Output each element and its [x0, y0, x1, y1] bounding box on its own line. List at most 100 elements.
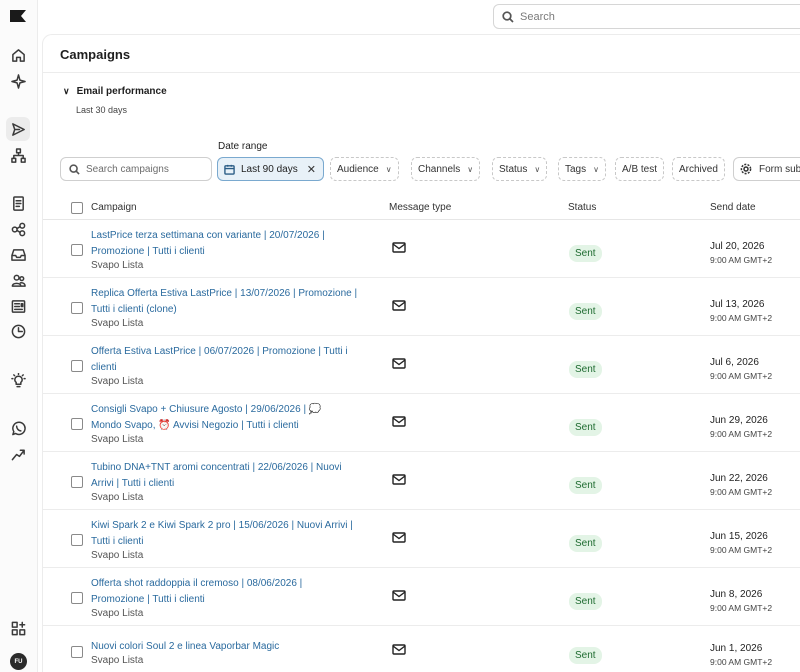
- chevron-down-icon: ∨: [467, 164, 474, 174]
- send-date: Jun 8, 2026: [710, 589, 763, 600]
- campaign-name-line-1: Kiwi Spark 2 e Kiwi Spark 2 pro | 15/06/…: [91, 520, 353, 531]
- apps-grid-icon[interactable]: [9, 619, 27, 637]
- tags-filter[interactable]: Tags ∨: [558, 157, 606, 181]
- row-checkbox[interactable]: [71, 646, 83, 658]
- row-checkbox[interactable]: [71, 418, 83, 430]
- email-envelope-icon: [392, 590, 406, 601]
- campaign-name-line-2: Tutti i clienti (clone): [91, 303, 177, 315]
- email-performance-toggle[interactable]: ∨ Email performance: [63, 86, 167, 97]
- form-submit-filter-label: Form sub: [759, 163, 800, 175]
- segments-icon[interactable]: [9, 220, 27, 238]
- brand-logo[interactable]: [10, 10, 26, 22]
- audience-filter[interactable]: Audience ∨: [330, 157, 399, 181]
- content-icon[interactable]: [9, 297, 27, 315]
- archived-filter-label: Archived: [679, 163, 718, 175]
- campaign-name-line-2: Promozione | Tutti i clienti: [91, 245, 205, 257]
- row-checkbox[interactable]: [71, 592, 83, 604]
- campaign-name-line-1: Nuovi colori Soul 2 e linea Vaporbar Mag…: [91, 641, 280, 652]
- clear-date-close-icon[interactable]: ✕: [307, 163, 316, 176]
- table-row[interactable]: Offerta shot raddoppia il cremoso | 08/0…: [43, 568, 800, 626]
- campaign-name-line-1: Consigli Svapo + Chiusure Agosto | 29/06…: [91, 404, 322, 415]
- campaign-list-name: Svapo Lista: [91, 492, 144, 503]
- lightbulb-icon[interactable]: [9, 371, 27, 389]
- flows-icon[interactable]: [9, 146, 27, 164]
- email-performance-period: Last 30 days: [76, 105, 128, 115]
- status-badge: Sent: [569, 535, 602, 552]
- channels-filter[interactable]: Channels ∨: [411, 157, 481, 181]
- table-row[interactable]: Consigli Svapo + Chiusure Agosto | 29/06…: [43, 394, 800, 452]
- send-time: 9:00 AM GMT+2: [710, 429, 773, 439]
- user-avatar[interactable]: FU: [10, 653, 27, 670]
- inbox-icon[interactable]: [9, 245, 27, 263]
- campaign-name-line-2: Promozione | Tutti i clienti: [91, 593, 205, 605]
- home-icon[interactable]: [9, 46, 27, 64]
- calendar-icon: [224, 164, 235, 175]
- email-envelope-icon: [392, 358, 406, 369]
- chevron-down-icon: ∨: [63, 86, 70, 96]
- campaigns-send-icon[interactable]: [6, 117, 30, 141]
- global-search-input[interactable]: Search: [493, 4, 800, 29]
- chevron-down-icon: ∨: [385, 164, 392, 174]
- campaign-name-line-2: Arrivi | Tutti i clienti: [91, 477, 175, 489]
- form-submit-filter[interactable]: Form sub: [733, 157, 800, 181]
- email-envelope-icon: [392, 300, 406, 311]
- gear-icon: [740, 163, 752, 175]
- campaign-name-link[interactable]: Offerta Estiva LastPrice | 06/07/2026 | …: [91, 344, 371, 375]
- campaign-name-link[interactable]: Kiwi Spark 2 e Kiwi Spark 2 pro | 15/06/…: [91, 518, 371, 549]
- status-badge: Sent: [569, 419, 602, 436]
- campaign-list-name: Svapo Lista: [91, 376, 144, 387]
- row-checkbox[interactable]: [71, 476, 83, 488]
- table-row[interactable]: LastPrice terza settimana con variante |…: [43, 220, 800, 278]
- whatsapp-icon[interactable]: [9, 419, 27, 437]
- send-time: 9:00 AM GMT+2: [710, 313, 773, 323]
- archived-filter[interactable]: Archived: [672, 157, 725, 181]
- campaign-name-link[interactable]: Offerta shot raddoppia il cremoso | 08/0…: [91, 576, 371, 607]
- audience-filter-label: Audience: [337, 163, 379, 175]
- select-all-checkbox[interactable]: [71, 202, 83, 214]
- row-checkbox[interactable]: [71, 244, 83, 256]
- header-message-type: Message type: [389, 202, 452, 213]
- header-status: Status: [568, 202, 597, 213]
- table-row[interactable]: Kiwi Spark 2 e Kiwi Spark 2 pro | 15/06/…: [43, 510, 800, 568]
- status-badge: Sent: [569, 477, 602, 494]
- ab-test-filter-label: A/B test: [622, 163, 658, 175]
- email-envelope-icon: [392, 532, 406, 543]
- email-performance-label: Email performance: [76, 86, 167, 97]
- title-divider: [43, 72, 800, 73]
- send-time: 9:00 AM GMT+2: [710, 545, 773, 555]
- campaign-list-name: Svapo Lista: [91, 550, 144, 561]
- table-row[interactable]: Replica Offerta Estiva LastPrice | 13/07…: [43, 278, 800, 336]
- campaign-name-line-1: LastPrice terza settimana con variante |…: [91, 230, 325, 241]
- campaign-name-link[interactable]: Replica Offerta Estiva LastPrice | 13/07…: [91, 286, 371, 317]
- analytics-clock-icon[interactable]: [9, 322, 27, 340]
- send-time: 9:00 AM GMT+2: [710, 657, 773, 667]
- audience-icon[interactable]: [9, 271, 27, 289]
- status-badge: Sent: [569, 647, 602, 664]
- campaign-name-link[interactable]: LastPrice terza settimana con variante |…: [91, 228, 371, 259]
- campaign-name-link[interactable]: Nuovi colori Soul 2 e linea Vaporbar Mag…: [91, 639, 371, 655]
- campaign-name-line-2: Mondo Svapo, ⏰ Avvisi Negozio | Tutti i …: [91, 419, 299, 431]
- forms-icon[interactable]: [9, 194, 27, 212]
- campaign-name-link[interactable]: Tubino DNA+TNT aromi concentrati | 22/06…: [91, 460, 371, 491]
- send-time: 9:00 AM GMT+2: [710, 255, 773, 265]
- table-row[interactable]: Offerta Estiva LastPrice | 06/07/2026 | …: [43, 336, 800, 394]
- date-range-filter[interactable]: Last 90 days ✕: [217, 157, 324, 181]
- campaign-search-input[interactable]: Search campaigns: [60, 157, 212, 181]
- row-checkbox[interactable]: [71, 360, 83, 372]
- status-filter[interactable]: Status ∨: [492, 157, 548, 181]
- row-checkbox[interactable]: [71, 534, 83, 546]
- header-send-date: Send date: [710, 202, 756, 213]
- send-date: Jul 13, 2026: [710, 299, 765, 310]
- send-date: Jun 29, 2026: [710, 415, 768, 426]
- table-row[interactable]: Nuovi colori Soul 2 e linea Vaporbar Mag…: [43, 626, 800, 672]
- trend-icon[interactable]: [9, 445, 27, 463]
- campaign-name-link[interactable]: Consigli Svapo + Chiusure Agosto | 29/06…: [91, 402, 371, 433]
- sparkle-icon[interactable]: [9, 72, 27, 90]
- ab-test-filter[interactable]: A/B test: [615, 157, 665, 181]
- send-date: Jul 6, 2026: [710, 357, 759, 368]
- row-checkbox[interactable]: [71, 302, 83, 314]
- send-date: Jul 20, 2026: [710, 241, 765, 252]
- campaign-search-placeholder: Search campaigns: [86, 163, 169, 175]
- channels-filter-label: Channels: [418, 163, 461, 175]
- table-row[interactable]: Tubino DNA+TNT aromi concentrati | 22/06…: [43, 452, 800, 510]
